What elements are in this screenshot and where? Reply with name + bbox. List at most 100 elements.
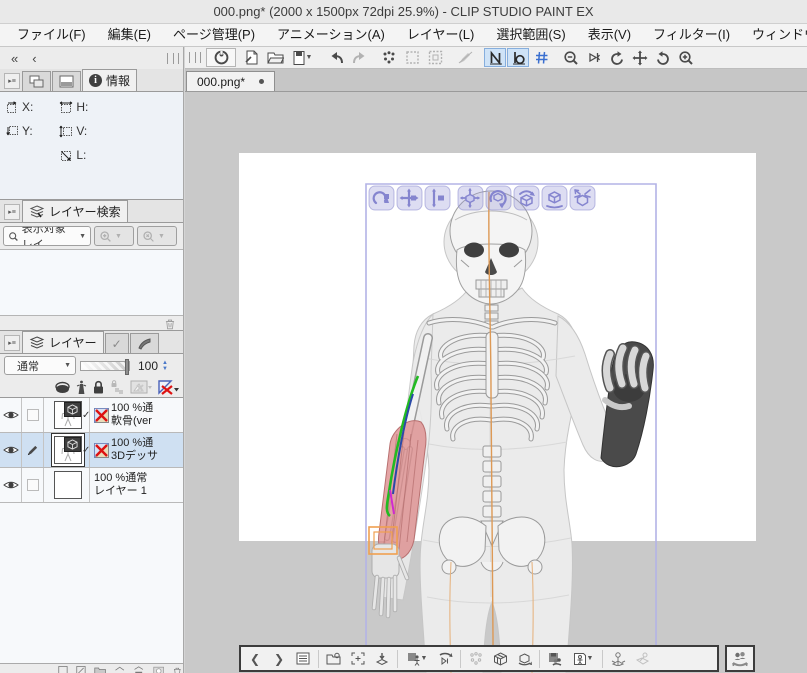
menu-layer[interactable]: レイヤー(L) bbox=[396, 24, 486, 46]
tab-info[interactable]: i 情報 bbox=[82, 69, 137, 91]
search-add-dropdown[interactable]: ▼ bbox=[94, 226, 134, 246]
clip-to-layer-icon[interactable] bbox=[54, 381, 71, 394]
column-grip-icon[interactable] bbox=[167, 53, 179, 64]
object-list-button[interactable] bbox=[292, 649, 314, 669]
import-pose-button[interactable] bbox=[323, 649, 345, 669]
visibility-eye-icon[interactable] bbox=[3, 444, 19, 456]
register-full-pose-button[interactable]: ▼ bbox=[568, 649, 598, 669]
tab-layer-search[interactable]: レイヤー検索 bbox=[22, 200, 128, 222]
menu-filter[interactable]: フィルター(I) bbox=[642, 24, 741, 46]
trash-icon[interactable] bbox=[163, 317, 177, 330]
camera-pan-icon[interactable] bbox=[397, 186, 422, 210]
focus-object-button[interactable] bbox=[347, 649, 369, 669]
menu-page[interactable]: ページ管理(P) bbox=[162, 24, 266, 46]
reset-view-rotation-button[interactable] bbox=[652, 48, 674, 67]
new-layer-icon[interactable] bbox=[58, 664, 68, 673]
layer-thumbnail[interactable] bbox=[54, 471, 82, 499]
save-material-button[interactable] bbox=[544, 649, 566, 669]
camera-zoom-icon[interactable] bbox=[425, 186, 450, 210]
snap-special-ruler-button[interactable] bbox=[507, 48, 529, 67]
panel-menu-icon[interactable]: ▸≡ bbox=[4, 204, 20, 220]
document-tab[interactable]: 000.png* bbox=[186, 71, 275, 91]
tab-layers[interactable]: レイヤー bbox=[22, 331, 104, 353]
object-rotate-icon[interactable] bbox=[486, 186, 511, 210]
mask-icon[interactable] bbox=[153, 664, 164, 673]
menu-file[interactable]: ファイル(F) bbox=[6, 24, 97, 46]
stepper-down-icon[interactable]: ▼ bbox=[162, 366, 168, 372]
menu-window[interactable]: ウィンドウ(W bbox=[741, 24, 807, 46]
blend-mode-dropdown[interactable]: 通常 ▼ bbox=[4, 356, 76, 375]
tab-layer-property[interactable]: ✓ bbox=[105, 333, 129, 353]
layer-row-3[interactable]: 100 %通常 レイヤー 1 bbox=[0, 468, 183, 503]
next-button[interactable]: ❯ bbox=[268, 649, 290, 669]
clip-studio-logo-button[interactable] bbox=[206, 48, 236, 67]
move-view-button[interactable] bbox=[629, 48, 651, 67]
fit-to-navigator-button[interactable] bbox=[583, 48, 605, 67]
camera-rotate-icon[interactable] bbox=[369, 186, 394, 210]
ruler-range-icon[interactable] bbox=[157, 379, 179, 395]
sync-figure-button[interactable] bbox=[725, 645, 755, 672]
menu-view[interactable]: 表示(V) bbox=[577, 24, 642, 46]
opacity-stepper[interactable]: ▲▼ bbox=[162, 360, 168, 372]
layer-search-results[interactable] bbox=[0, 249, 183, 316]
new-vector-layer-icon[interactable] bbox=[76, 664, 86, 673]
snap-grid-button[interactable] bbox=[530, 48, 552, 67]
merge-layer-icon[interactable] bbox=[133, 664, 144, 673]
convert-lines-button[interactable] bbox=[454, 48, 476, 67]
canvas-viewport[interactable]: ❮ ❯ ▼ ▼ bbox=[185, 92, 807, 673]
select-area-button[interactable] bbox=[401, 48, 423, 67]
drop-to-ground-button[interactable] bbox=[371, 649, 393, 669]
object-move-icon[interactable] bbox=[458, 186, 483, 210]
opacity-slider-handle[interactable] bbox=[125, 359, 129, 375]
menu-selection[interactable]: 選択範囲(S) bbox=[485, 24, 576, 46]
edit-wireframe-button[interactable] bbox=[489, 649, 511, 669]
layer-list-empty-area[interactable] bbox=[0, 503, 183, 663]
layer-checkbox[interactable] bbox=[27, 479, 39, 491]
transfer-layer-icon[interactable] bbox=[114, 664, 125, 673]
new-canvas-button[interactable] bbox=[241, 48, 263, 67]
tab-navigator[interactable] bbox=[22, 71, 51, 91]
object-scale-icon[interactable] bbox=[570, 186, 595, 210]
delete-layer-icon[interactable] bbox=[172, 664, 183, 673]
undo-button[interactable] bbox=[325, 48, 347, 67]
search-target-dropdown[interactable]: 表示対象レイ ▼ bbox=[3, 226, 91, 246]
menu-edit[interactable]: 編集(E) bbox=[97, 24, 162, 46]
joint-unpin-button[interactable] bbox=[631, 649, 653, 669]
opacity-slider[interactable] bbox=[80, 361, 130, 371]
lock-transparent-pixels-icon[interactable] bbox=[110, 380, 125, 395]
menu-animation[interactable]: アニメーション(A) bbox=[266, 24, 396, 46]
prev-button[interactable]: ❮ bbox=[244, 649, 266, 669]
panel-menu-icon[interactable]: ▸≡ bbox=[4, 73, 20, 89]
snap-ruler-button[interactable] bbox=[484, 48, 506, 67]
collapse-column-button[interactable]: « bbox=[4, 51, 25, 66]
search-remove-dropdown[interactable]: ▼ bbox=[137, 226, 177, 246]
lock-layer-icon[interactable] bbox=[92, 380, 105, 395]
tab-subtool-detail[interactable] bbox=[130, 333, 159, 353]
object-snap-ground-icon[interactable] bbox=[542, 186, 567, 210]
enable-mask-icon[interactable] bbox=[130, 379, 152, 395]
layer-row-1[interactable]: ✓ 100 %通 軟骨(ver bbox=[0, 398, 183, 433]
register-pose-button[interactable]: ▼ bbox=[402, 649, 432, 669]
open-canvas-button[interactable] bbox=[264, 48, 286, 67]
deselect-button[interactable] bbox=[378, 48, 400, 67]
transform-selection-button[interactable] bbox=[424, 48, 446, 67]
object-rotate-3d-icon[interactable] bbox=[514, 186, 539, 210]
back-arrow-button[interactable]: ‹ bbox=[25, 51, 43, 66]
rotate-model-button[interactable] bbox=[513, 649, 535, 669]
rotate-view-right-button[interactable] bbox=[606, 48, 628, 67]
visibility-eye-icon[interactable] bbox=[3, 479, 19, 491]
tab-subview[interactable] bbox=[52, 71, 81, 91]
save-canvas-button[interactable]: ▼ bbox=[287, 48, 317, 67]
redo-button[interactable] bbox=[348, 48, 370, 67]
visibility-eye-icon[interactable] bbox=[3, 409, 19, 421]
zoom-in-button[interactable] bbox=[675, 48, 697, 67]
layer-row-2[interactable]: ✓ 100 %通 3Dデッサ bbox=[0, 433, 183, 468]
zoom-out-button[interactable] bbox=[560, 48, 582, 67]
new-folder-icon[interactable] bbox=[94, 664, 106, 673]
reference-layer-icon[interactable] bbox=[76, 380, 87, 395]
joint-pin-button[interactable] bbox=[607, 649, 629, 669]
joint-angle-button[interactable] bbox=[465, 649, 487, 669]
layer-checkbox[interactable] bbox=[27, 409, 39, 421]
toolbar-grip-icon[interactable] bbox=[189, 52, 201, 63]
flip-pose-button[interactable] bbox=[434, 649, 456, 669]
